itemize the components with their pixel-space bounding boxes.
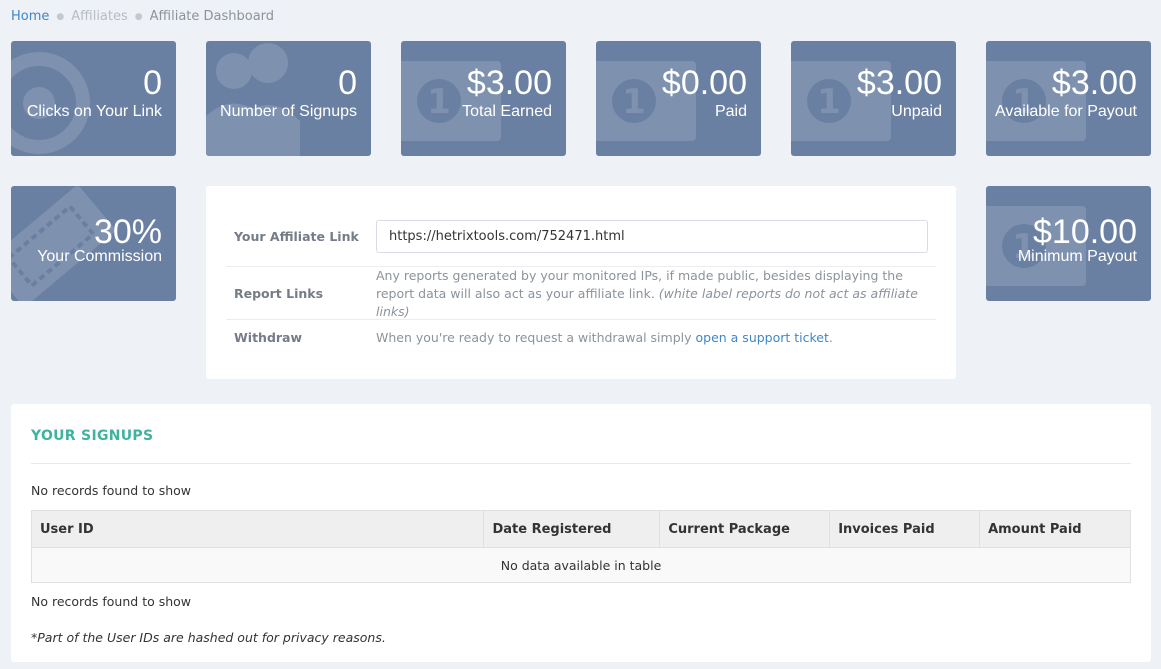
stat-minimum-payout: 1 $10.00 Minimum Payout — [986, 186, 1151, 301]
stat-value: $3.00 — [466, 64, 552, 102]
stat-commission: 30% Your Commission — [11, 186, 176, 301]
stat-value: 30% — [93, 213, 162, 251]
stat-label: Minimum Payout — [1017, 248, 1137, 265]
stat-label: Available for Payout — [994, 103, 1137, 120]
column-invoices-paid[interactable]: Invoices Paid — [829, 510, 981, 548]
divider — [31, 463, 1131, 464]
stat-clicks: 0 Clicks on Your Link — [11, 41, 176, 156]
privacy-footnote: *Part of the User IDs are hashed out for… — [31, 630, 386, 645]
no-records-top: No records found to show — [31, 483, 192, 498]
open-support-ticket-link[interactable]: open a support ticket — [696, 330, 829, 345]
breadcrumb-separator-icon: ● — [134, 11, 143, 22]
stat-label: Your Commission — [37, 248, 162, 265]
stat-total-earned: 1 $3.00 Total Earned — [401, 41, 566, 156]
svg-text:1: 1 — [622, 82, 646, 122]
breadcrumb-home-link[interactable]: Home — [11, 9, 49, 24]
stat-label: Number of Signups — [220, 103, 357, 120]
svg-text:1: 1 — [427, 82, 451, 122]
withdraw-description: When you're ready to request a withdrawa… — [376, 329, 692, 345]
stat-value: $3.00 — [856, 64, 942, 102]
withdraw-row: Withdraw When you're ready to request a … — [226, 319, 936, 355]
withdraw-period: . — [828, 329, 833, 345]
breadcrumb-current: Affiliate Dashboard — [149, 9, 275, 24]
stat-available-payout: 1 $3.00 Available for Payout — [986, 41, 1151, 156]
affiliate-info-panel: Your Affiliate Link https://hetrixtools.… — [206, 186, 956, 379]
stat-value: $10.00 — [1033, 213, 1137, 251]
no-records-bottom: No records found to show — [31, 594, 192, 609]
report-links-text: Any reports generated by your monitored … — [376, 267, 926, 321]
affiliate-link-label: Your Affiliate Link — [234, 228, 359, 244]
svg-text:1: 1 — [817, 82, 841, 122]
empty-table-message: No data available in table — [31, 547, 1131, 583]
withdraw-label: Withdraw — [234, 330, 303, 345]
breadcrumb-separator-icon: ● — [56, 11, 65, 22]
signups-title: YOUR SIGNUPS — [31, 428, 154, 444]
column-date-registered[interactable]: Date Registered — [483, 510, 661, 548]
stat-value: $3.00 — [1051, 64, 1137, 102]
table-row: No data available in table — [31, 547, 1131, 583]
signups-panel: YOUR SIGNUPS No records found to show Us… — [11, 404, 1151, 662]
affiliate-link-row: Your Affiliate Link https://hetrixtools.… — [226, 206, 936, 266]
column-current-package[interactable]: Current Package — [659, 510, 831, 548]
signups-table: User ID Date Registered Current Package … — [30, 510, 1131, 583]
affiliate-link-input[interactable]: https://hetrixtools.com/752471.html — [376, 219, 928, 253]
report-links-label: Report Links — [234, 286, 324, 301]
report-links-row: Report Links Any reports generated by yo… — [226, 266, 936, 320]
stat-label: Unpaid — [891, 103, 942, 120]
breadcrumb-affiliates[interactable]: Affiliates — [71, 9, 128, 24]
stat-value: 0 — [143, 64, 162, 102]
stat-label: Clicks on Your Link — [26, 103, 162, 120]
stat-value: $0.00 — [661, 64, 747, 102]
column-amount-paid[interactable]: Amount Paid — [979, 510, 1131, 548]
stat-paid: 1 $0.00 Paid — [596, 41, 761, 156]
stat-label: Paid — [714, 103, 747, 120]
table-header-row: User ID Date Registered Current Package … — [30, 510, 1131, 548]
column-user-id[interactable]: User ID — [30, 510, 485, 548]
withdraw-text: When you're ready to request a withdrawa… — [376, 329, 926, 347]
stat-value: 0 — [338, 64, 357, 102]
stat-signups: 0 Number of Signups — [206, 41, 371, 156]
stat-unpaid: 1 $3.00 Unpaid — [791, 41, 956, 156]
stat-label: Total Earned — [462, 103, 552, 120]
breadcrumb: Home ● Affiliates ● Affiliate Dashboard — [11, 9, 274, 24]
